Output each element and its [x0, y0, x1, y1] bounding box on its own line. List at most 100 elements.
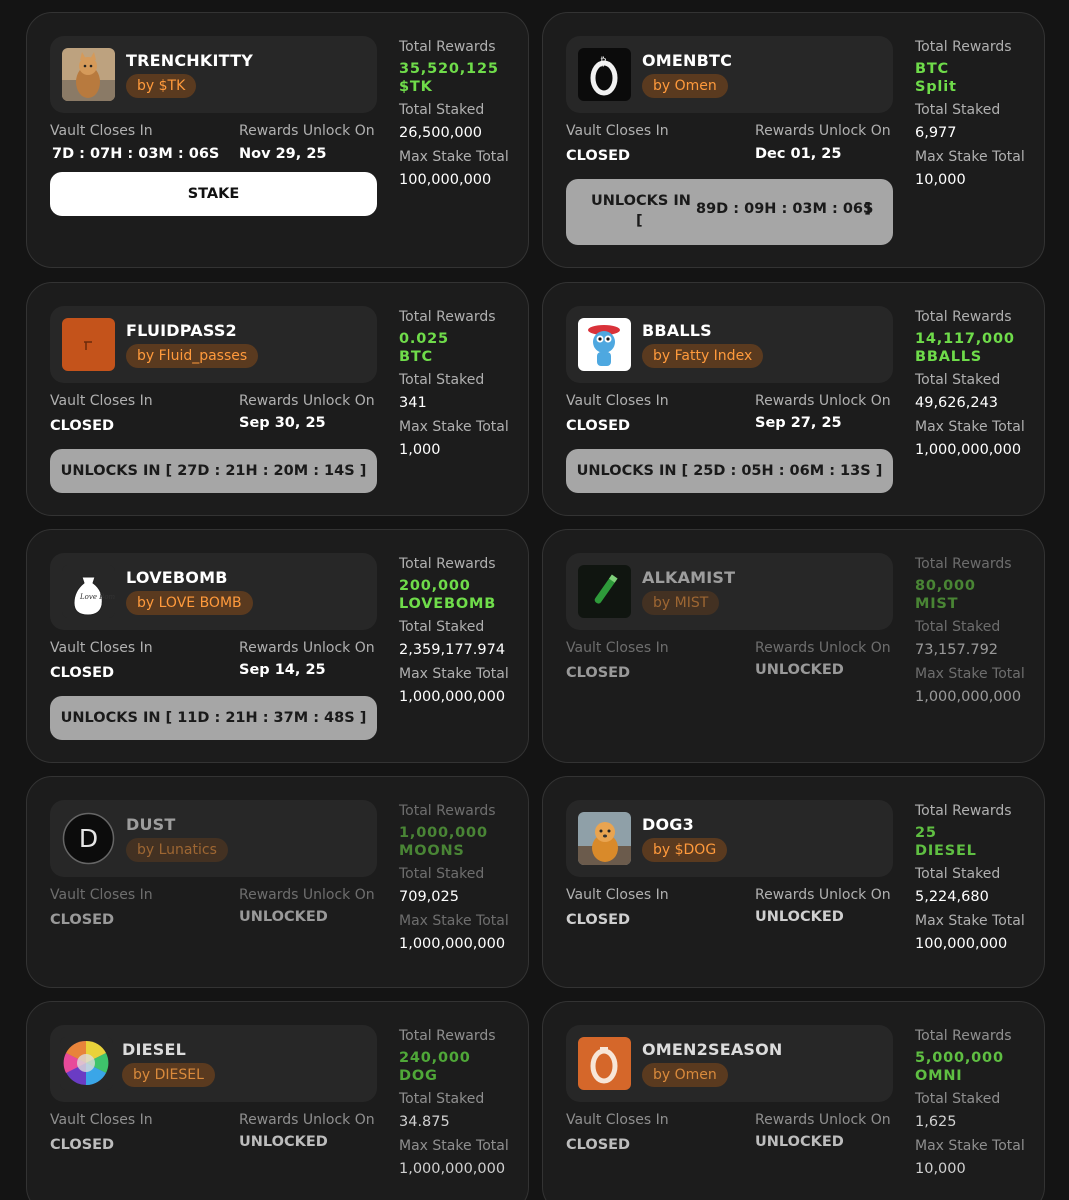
- total-rewards-label: Total Rewards: [399, 39, 496, 55]
- unlock-countdown-button[interactable]: UNLOCKS IN [ 27D : 21H : 20M : 14S ]: [50, 449, 377, 493]
- total-rewards-value: 1,000,000 MOONS: [399, 825, 488, 859]
- unlock-countdown-button[interactable]: UNLOCKS IN[ 89D : 09H : 03M : 06S ]: [566, 179, 893, 245]
- fluid-pass-icon: [62, 318, 115, 371]
- publisher-badge[interactable]: by Lunatics: [126, 838, 228, 862]
- rewards-unlock-value: Nov 29, 25: [239, 146, 327, 162]
- rewards-unlock-value: UNLOCKED: [755, 909, 844, 925]
- max-stake-label: Max Stake Total: [399, 913, 509, 929]
- vault-card-trenchkitty[interactable]: TRENCHKITTY by $TK Vault Closes In 7D : …: [26, 12, 529, 268]
- total-rewards-label: Total Rewards: [915, 309, 1012, 325]
- stake-button[interactable]: STAKE: [50, 172, 377, 216]
- rewards-unlock-label: Rewards Unlock On: [239, 1112, 375, 1128]
- vault-header[interactable]: D DUST by Lunatics: [50, 800, 377, 877]
- total-staked-value: 1,625: [915, 1114, 957, 1130]
- total-rewards-value: 240,000 DOG: [399, 1050, 471, 1084]
- total-rewards-label: Total Rewards: [399, 556, 496, 572]
- vault-closes-label: Vault Closes In: [566, 1112, 669, 1128]
- vault-header[interactable]: Love Bomb LOVEBOMB by LOVE BOMB: [50, 553, 377, 630]
- rewards-unlock-value: Sep 27, 25: [755, 415, 842, 431]
- publisher-badge[interactable]: by $DOG: [642, 838, 728, 862]
- vault-card-diesel[interactable]: DIESEL by DIESEL Vault Closes In CLOSED …: [26, 1001, 529, 1200]
- vault-card-bballs[interactable]: BBALLS by Fatty Index Vault Closes In CL…: [542, 282, 1045, 516]
- vault-card-fluidpass2[interactable]: FLUIDPASS2 by Fluid_passes Vault Closes …: [26, 282, 529, 516]
- total-rewards-label: Total Rewards: [915, 39, 1012, 55]
- max-stake-label: Max Stake Total: [915, 913, 1025, 929]
- publisher-badge[interactable]: by DIESEL: [122, 1063, 215, 1087]
- total-staked-value: 709,025: [399, 889, 459, 905]
- rewards-unlock-label: Rewards Unlock On: [755, 1112, 891, 1128]
- vault-header[interactable]: ALKAMIST by MIST: [566, 553, 893, 630]
- publisher-badge[interactable]: by Fatty Index: [642, 344, 764, 368]
- total-staked-label: Total Staked: [399, 372, 485, 388]
- rewards-unlock-label: Rewards Unlock On: [755, 887, 891, 903]
- svg-text:D: D: [79, 824, 98, 853]
- publisher-badge[interactable]: by Omen: [642, 1063, 728, 1087]
- max-stake-value: 1,000,000,000: [399, 689, 506, 705]
- vault-stats: Total Rewards 14,117,000 BBALLS Total Sta…: [915, 308, 1044, 465]
- dog-photo-icon: [578, 812, 631, 865]
- unlock-countdown-button[interactable]: UNLOCKS IN [ 11D : 21H : 37M : 48S ]: [50, 696, 377, 740]
- vault-header[interactable]: BBALLS by Fatty Index: [566, 306, 893, 383]
- vault-stats: Total Rewards 35,520,125 $TK Total Staked…: [399, 38, 528, 195]
- vault-closes-label: Vault Closes In: [566, 640, 669, 656]
- total-staked-value: 26,500,000: [399, 125, 483, 141]
- total-staked-value: 5,224,680: [915, 889, 989, 905]
- omen-bitcoin-icon: ₿: [578, 48, 631, 101]
- total-staked-label: Total Staked: [915, 372, 1001, 388]
- total-rewards-label: Total Rewards: [915, 1028, 1012, 1044]
- vault-card-dog3[interactable]: DOG3 by $DOG Vault Closes In CLOSED Rewa…: [542, 776, 1045, 988]
- clown-character-icon: [578, 318, 631, 371]
- vault-closes-value: CLOSED: [50, 418, 115, 434]
- total-rewards-label: Total Rewards: [399, 309, 496, 325]
- max-stake-value: 100,000,000: [915, 936, 1008, 952]
- total-rewards-value: 0.025 BTC: [399, 331, 449, 365]
- total-staked-value: 34.875: [399, 1114, 450, 1130]
- vault-closes-label: Vault Closes In: [566, 393, 669, 409]
- vault-card-omenbtc[interactable]: ₿ OMENBTC by Omen Vault Closes In CLOSED…: [542, 12, 1045, 268]
- vault-closes-value: CLOSED: [566, 1137, 631, 1153]
- publisher-badge[interactable]: by $TK: [126, 74, 197, 98]
- vault-header[interactable]: DOG3 by $DOG: [566, 800, 893, 877]
- vault-stats: Total Rewards BTC Split Total Staked 6,97…: [915, 38, 1044, 195]
- publisher-badge[interactable]: by MIST: [642, 591, 720, 615]
- vault-closes-value: CLOSED: [566, 148, 631, 164]
- rewards-unlock-value: Sep 30, 25: [239, 415, 326, 431]
- vault-closes-value: CLOSED: [566, 418, 631, 434]
- vault-card-alkamist[interactable]: ALKAMIST by MIST Vault Closes In CLOSED …: [542, 529, 1045, 763]
- total-staked-value: 2,359,177.974: [399, 642, 506, 658]
- unlock-countdown-button[interactable]: UNLOCKS IN [ 25D : 05H : 06M : 13S ]: [566, 449, 893, 493]
- vault-stats: Total Rewards 80,000 MIST Total Staked 73…: [915, 555, 1044, 712]
- vault-closes-value: CLOSED: [50, 1137, 115, 1153]
- total-staked-value: 6,977: [915, 125, 957, 141]
- love-bomb-bag-icon: Love Bomb: [62, 565, 115, 618]
- max-stake-label: Max Stake Total: [915, 149, 1025, 165]
- vault-header[interactable]: FLUIDPASS2 by Fluid_passes: [50, 306, 377, 383]
- vault-stats: Total Rewards 1,000,000 MOONS Total Stake…: [399, 802, 528, 959]
- vault-card-dust[interactable]: D DUST by Lunatics Vault Closes In CLOSE…: [26, 776, 529, 988]
- rewards-unlock-value: UNLOCKED: [755, 662, 844, 678]
- publisher-badge[interactable]: by Omen: [642, 74, 728, 98]
- letter-d-icon: D: [62, 812, 115, 865]
- unlock-label: UNLOCKS IN[: [591, 193, 691, 229]
- max-stake-label: Max Stake Total: [399, 419, 509, 435]
- vault-header[interactable]: TRENCHKITTY by $TK: [50, 36, 377, 113]
- vault-header[interactable]: DIESEL by DIESEL: [50, 1025, 377, 1102]
- total-rewards-value: 200,000 LOVEBOMB: [399, 578, 497, 612]
- vault-name: OMENBTC: [642, 51, 733, 70]
- total-rewards-label: Total Rewards: [915, 556, 1012, 572]
- vault-card-omen2season[interactable]: OMEN2SEASON by Omen Vault Closes In CLOS…: [542, 1001, 1045, 1200]
- vault-header[interactable]: OMEN2SEASON by Omen: [566, 1025, 893, 1102]
- publisher-badge[interactable]: by LOVE BOMB: [126, 591, 253, 615]
- total-staked-label: Total Staked: [399, 866, 485, 882]
- rewards-unlock-label: Rewards Unlock On: [755, 640, 891, 656]
- vault-stats: Total Rewards 5,000,000 OMNI Total Staked…: [915, 1027, 1044, 1184]
- rewards-unlock-label: Rewards Unlock On: [239, 123, 375, 139]
- vault-header[interactable]: ₿ OMENBTC by Omen: [566, 36, 893, 113]
- unlock-timer: 89D : 09H : 03M : 06S: [696, 201, 874, 217]
- svg-text:₿: ₿: [600, 56, 607, 68]
- vault-closes-value: CLOSED: [50, 665, 115, 681]
- cat-photo-icon: [62, 48, 115, 101]
- publisher-badge[interactable]: by Fluid_passes: [126, 344, 259, 368]
- vault-closes-label: Vault Closes In: [566, 123, 669, 139]
- vault-card-lovebomb[interactable]: Love Bomb LOVEBOMB by LOVE BOMB Vault Cl…: [26, 529, 529, 763]
